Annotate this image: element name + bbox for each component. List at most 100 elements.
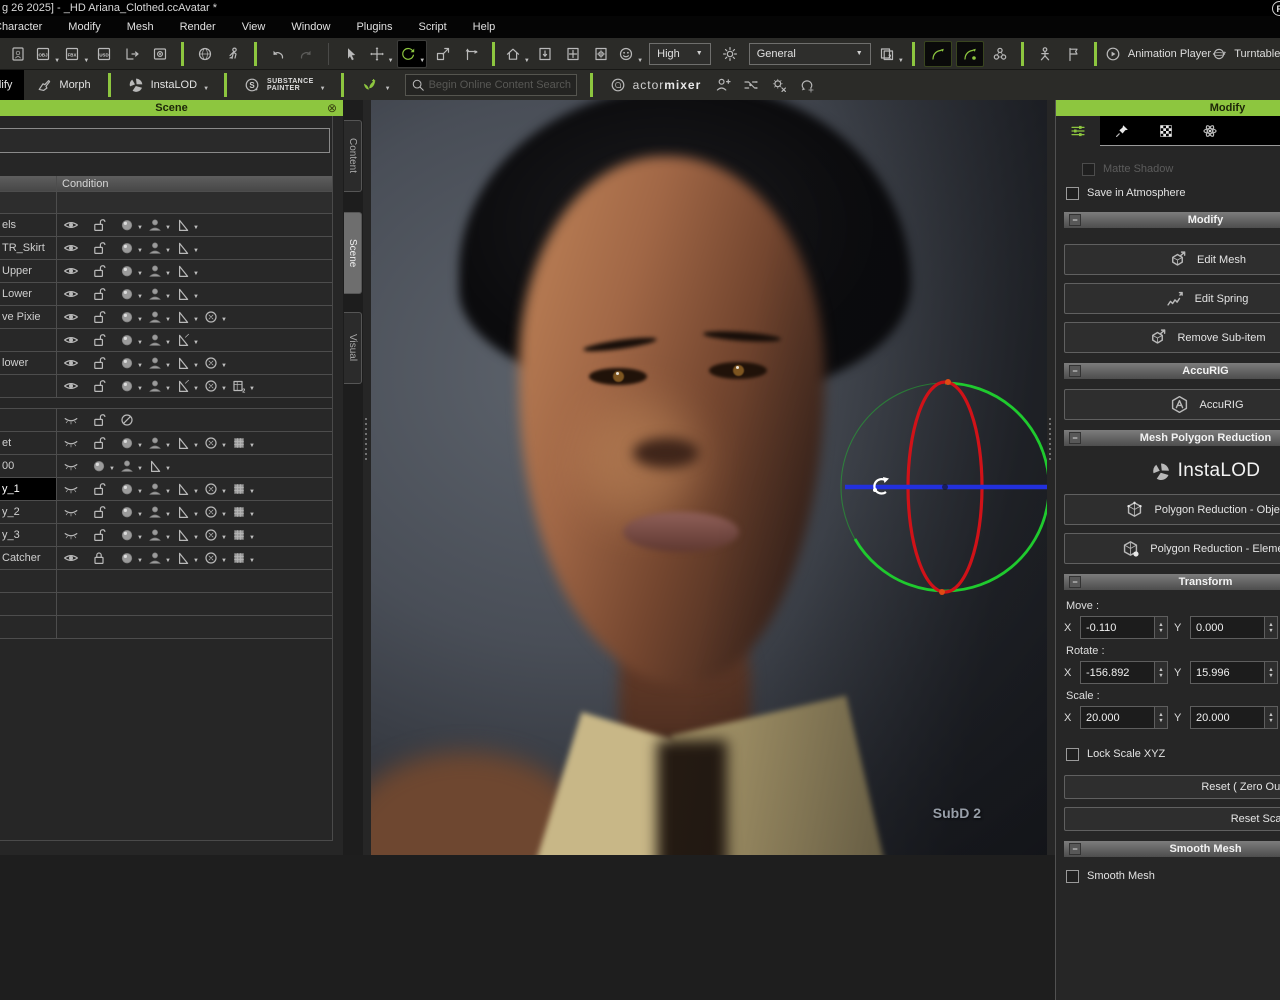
row-label[interactable]: lower xyxy=(0,352,56,374)
redo-button[interactable] xyxy=(294,41,318,67)
unlock-icon[interactable] xyxy=(90,262,108,280)
eye-closed-icon[interactable] xyxy=(62,411,80,429)
edit-mesh-button[interactable]: Edit Mesh xyxy=(1064,244,1280,275)
doc-person-button[interactable] xyxy=(6,41,30,67)
sphere-icon[interactable] xyxy=(118,526,136,544)
person-icon[interactable] xyxy=(146,239,164,257)
search-input[interactable] xyxy=(429,79,571,91)
person-icon[interactable] xyxy=(146,216,164,234)
chevron-down-icon[interactable]: ▼ xyxy=(221,317,227,326)
rotate-button[interactable]: ▼ xyxy=(397,40,427,68)
chevron-down-icon[interactable]: ▼ xyxy=(193,535,199,544)
eye-icon[interactable] xyxy=(62,549,80,567)
person-icon[interactable] xyxy=(146,526,164,544)
unlock-icon[interactable] xyxy=(90,411,108,429)
chevron-down-icon[interactable]: ▼ xyxy=(221,512,227,521)
circle-x-icon[interactable] xyxy=(202,549,220,567)
turntable-button[interactable]: Turntable xyxy=(1212,41,1278,67)
chevron-down-icon[interactable]: ▼ xyxy=(165,466,171,475)
reset-zero-out-button[interactable]: Reset ( Zero Out ) xyxy=(1064,775,1280,799)
move-x-field[interactable] xyxy=(1080,616,1154,639)
tab-physics[interactable] xyxy=(1188,116,1232,145)
move-y-field[interactable] xyxy=(1190,616,1264,639)
render-image-button[interactable] xyxy=(148,41,172,67)
chevron-down-icon[interactable]: ▼ xyxy=(165,340,171,349)
row-label[interactable] xyxy=(0,329,56,351)
chevron-down-icon[interactable]: ▼ xyxy=(137,340,143,349)
home-button[interactable]: ▼ xyxy=(504,41,529,67)
row-label[interactable]: Upper xyxy=(0,260,56,282)
chevron-down-icon[interactable]: ▼ xyxy=(83,58,89,67)
collapse-icon[interactable]: − xyxy=(1069,365,1081,377)
table-row[interactable]: et▼▼▼▼▼ xyxy=(0,432,332,455)
unlock-icon[interactable] xyxy=(90,526,108,544)
scale-button[interactable] xyxy=(431,41,455,67)
frame-fit-button[interactable] xyxy=(561,41,585,67)
chevron-down-icon[interactable]: ▼ xyxy=(221,558,227,567)
table-row[interactable] xyxy=(0,616,332,639)
world-button[interactable] xyxy=(193,41,217,67)
table-row[interactable] xyxy=(0,409,332,432)
table-row[interactable]: lower▼▼▼▼ xyxy=(0,352,332,375)
high-dropdown[interactable]: High▼ xyxy=(649,43,711,65)
sphere-icon[interactable] xyxy=(118,503,136,521)
chevron-down-icon[interactable]: ▼ xyxy=(137,363,143,372)
chevron-down-icon[interactable]: ▼ xyxy=(193,317,199,326)
chevron-down-icon[interactable]: ▼ xyxy=(249,512,255,521)
close-icon[interactable]: ⊗ xyxy=(327,101,337,115)
menu-item-render[interactable]: Render xyxy=(167,21,229,33)
scale-y-field[interactable] xyxy=(1190,706,1264,729)
collapse-icon[interactable]: − xyxy=(1069,432,1081,444)
instalod-menu[interactable]: InstaLOD▼ xyxy=(118,75,217,95)
play-circle-button[interactable]: Animation Player xyxy=(1106,41,1207,67)
menu-item-window[interactable]: Window xyxy=(278,21,343,33)
layer-2-button[interactable]: 2▼ xyxy=(878,41,903,67)
chevron-down-icon[interactable]: ▼ xyxy=(137,248,143,257)
collapse-icon[interactable]: − xyxy=(1069,576,1081,588)
rotate-gizmo[interactable] xyxy=(371,100,1047,855)
row-label[interactable]: y_3 xyxy=(0,524,56,546)
chevron-down-icon[interactable]: ▼ xyxy=(54,58,60,67)
chevron-down-icon[interactable]: ▼ xyxy=(249,443,255,452)
table-row[interactable]: 00▼▼▼ xyxy=(0,455,332,478)
collapse-icon[interactable]: − xyxy=(1069,214,1081,226)
tab-material[interactable] xyxy=(1144,116,1188,145)
circle-x-icon[interactable] xyxy=(202,503,220,521)
sphere-icon[interactable] xyxy=(118,285,136,303)
eye-icon[interactable] xyxy=(62,331,80,349)
chevron-down-icon[interactable]: ▼ xyxy=(165,317,171,326)
tab-morph[interactable]: Morph xyxy=(24,70,100,100)
person-icon[interactable] xyxy=(146,262,164,280)
row-label[interactable] xyxy=(0,375,56,397)
circle-x-icon[interactable] xyxy=(202,308,220,326)
person-icon[interactable] xyxy=(146,480,164,498)
flag-icon[interactable] xyxy=(174,285,192,303)
menu-item-mesh[interactable]: Mesh xyxy=(114,21,167,33)
table-row[interactable]: els▼▼▼ xyxy=(0,214,332,237)
grid-icon[interactable] xyxy=(230,480,248,498)
tab-pin[interactable] xyxy=(1100,116,1144,145)
actor-stand-button[interactable] xyxy=(1033,41,1057,67)
grid-icon[interactable] xyxy=(230,526,248,544)
chevron-down-icon[interactable]: ▼ xyxy=(221,489,227,498)
chevron-down-icon[interactable]: ▼ xyxy=(419,58,425,67)
mix-motion-button[interactable] xyxy=(739,72,763,98)
eye-icon[interactable] xyxy=(62,216,80,234)
spinner[interactable]: ▲▼ xyxy=(1154,706,1168,729)
doc-usd-button[interactable]: USD xyxy=(92,41,116,67)
row-label[interactable] xyxy=(0,409,56,431)
flag-icon[interactable] xyxy=(174,480,192,498)
menu-item-script[interactable]: Script xyxy=(406,21,460,33)
section-mesh-polygon-reduction[interactable]: − Mesh Polygon Reduction xyxy=(1064,430,1280,446)
chevron-down-icon[interactable]: ▼ xyxy=(524,58,530,67)
chevron-down-icon[interactable]: ▼ xyxy=(193,294,199,303)
unlock-icon[interactable] xyxy=(90,239,108,257)
flag-slash-icon[interactable] xyxy=(174,331,192,349)
sphere-icon[interactable] xyxy=(90,457,108,475)
chevron-down-icon[interactable]: ▼ xyxy=(221,443,227,452)
name-column-header[interactable] xyxy=(0,176,56,191)
chevron-down-icon[interactable]: ▼ xyxy=(221,535,227,544)
flag-icon[interactable] xyxy=(174,262,192,280)
side-tab-content[interactable]: Content xyxy=(344,120,362,192)
chevron-down-icon[interactable]: ▼ xyxy=(193,340,199,349)
